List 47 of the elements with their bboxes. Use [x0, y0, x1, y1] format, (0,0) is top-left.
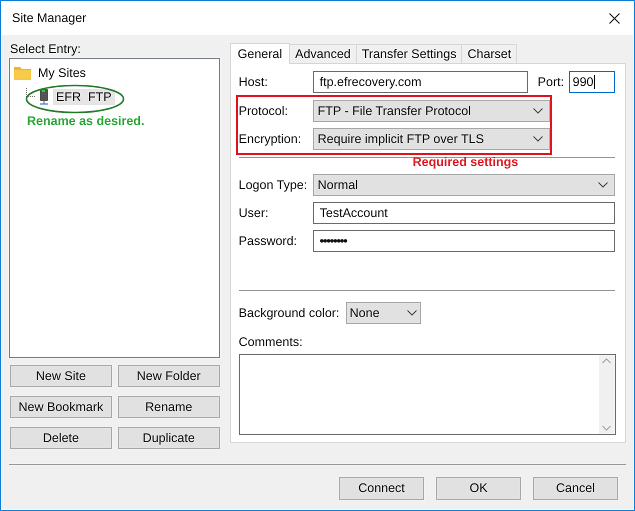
button[interactable]: Duplicate [118, 427, 220, 449]
close-icon[interactable] [609, 12, 620, 24]
field-label: Comments: [238, 334, 304, 350]
field-label: Encryption: [238, 130, 302, 148]
button[interactable]: New Bookmark [10, 396, 112, 418]
button[interactable]: Delete [10, 427, 112, 449]
password-field[interactable]: •••••••• [312, 230, 615, 252]
field-label: Port: [538, 74, 566, 91]
input-field[interactable]: 990 [568, 71, 615, 93]
field-label: Protocol: [238, 102, 289, 120]
button[interactable]: Rename [118, 396, 220, 418]
tab[interactable]: Transfer Settings [356, 44, 462, 63]
chevron-down-icon [598, 182, 608, 188]
chevron-down-icon [532, 108, 543, 114]
dropdown[interactable]: Normal [312, 174, 615, 196]
input-field[interactable]: ftp.efrecovery.com [312, 71, 528, 93]
tree-item[interactable]: EFR FTP [53, 89, 115, 105]
scroll-down-icon[interactable] [602, 425, 612, 431]
button[interactable]: OK [436, 477, 521, 500]
window-title: Site Manager [12, 10, 86, 27]
field-label: Password: [238, 232, 298, 250]
chevron-down-icon [406, 310, 417, 316]
button[interactable]: New Folder [118, 365, 220, 387]
dropdown[interactable]: Require implicit FTP over TLS [312, 128, 550, 150]
button[interactable]: New Site [10, 365, 112, 387]
button[interactable]: Connect [339, 477, 424, 500]
input-field[interactable]: TestAccount [312, 202, 615, 224]
button[interactable]: Cancel [533, 477, 618, 500]
comments-field[interactable] [238, 354, 616, 435]
annotation-text: Required settings [412, 155, 518, 169]
select-entry-label: Select Entry: [10, 41, 82, 58]
scrollbar[interactable] [598, 355, 615, 434]
tree-item[interactable]: My Sites [35, 65, 89, 81]
field-label: Logon Type: [238, 176, 308, 194]
scroll-up-icon[interactable] [602, 358, 612, 364]
field-label: User: [238, 204, 270, 222]
field-label: Background color: [238, 304, 340, 322]
dropdown[interactable]: None [346, 302, 421, 324]
field-label: Host: [238, 74, 269, 91]
tab[interactable]: Charset [462, 44, 518, 63]
tab[interactable]: Advanced [290, 44, 357, 63]
folder-icon [14, 66, 31, 80]
server-icon [39, 89, 49, 105]
tab[interactable]: General [230, 43, 290, 64]
chevron-down-icon [532, 136, 543, 142]
annotation-text: Rename as desired. [27, 113, 146, 130]
dropdown[interactable]: FTP - File Transfer Protocol [312, 100, 550, 122]
